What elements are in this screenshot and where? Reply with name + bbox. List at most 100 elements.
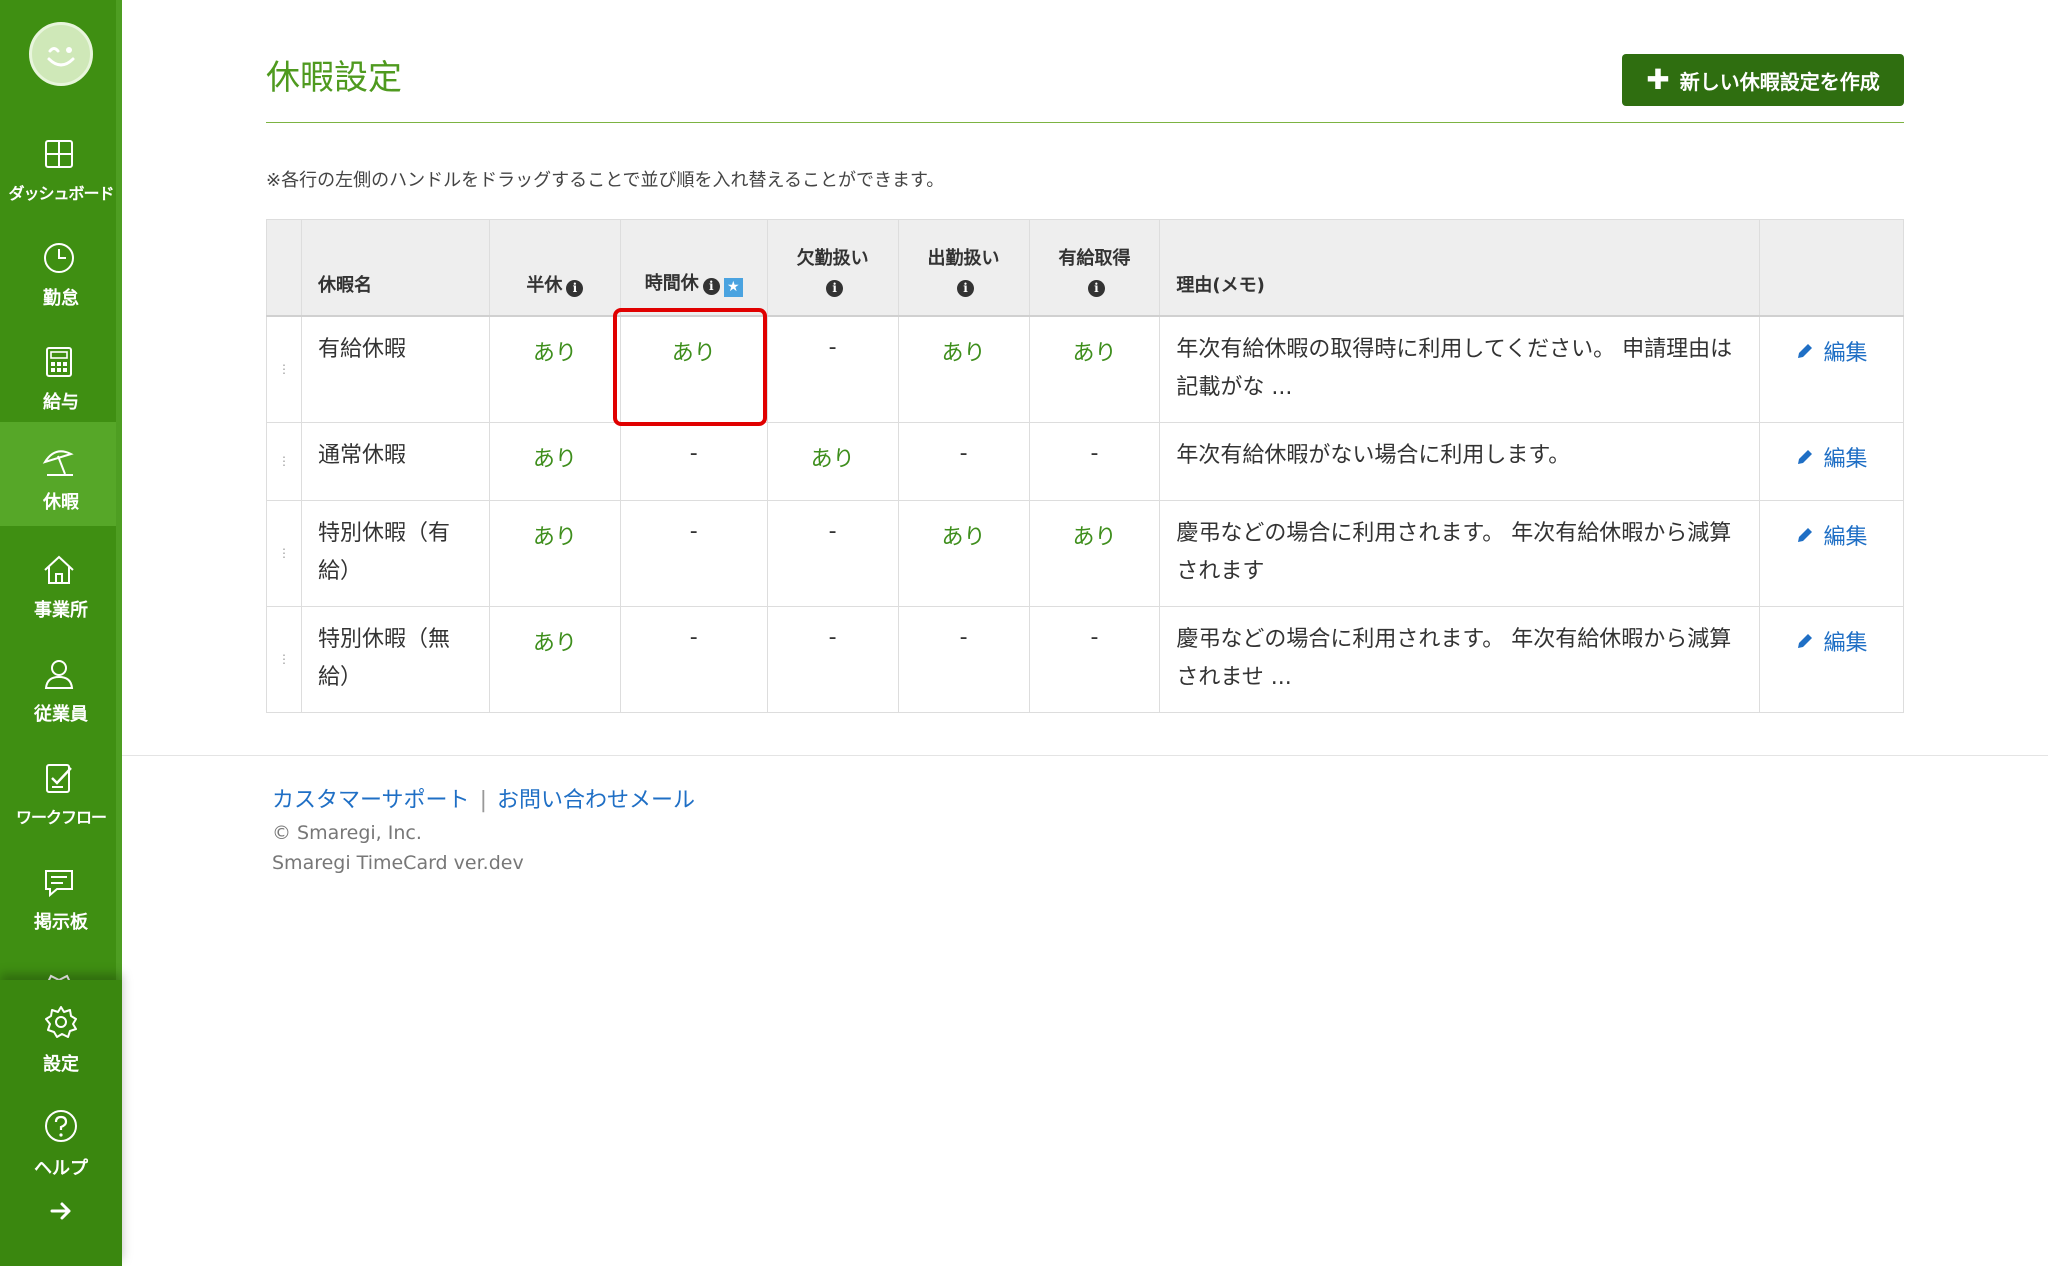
paid-value: - [1090,625,1099,650]
pencil-icon [1798,343,1813,358]
sidebar-item-label: 従業員 [34,704,88,725]
sidebar-item-employees[interactable]: 従業員 [0,634,116,738]
sidebar-nav: ダッシュボード 勤怠 給与 休暇 事業所 従業員 ワークフロー 掲示板 [0,0,122,980]
sidebar-item-label: 給与 [43,392,79,413]
attendance-value: あり [941,525,986,550]
pencil-icon [1798,528,1813,542]
sidebar: ダッシュボード 勤怠 給与 休暇 事業所 従業員 ワークフロー 掲示板 設定 ヘ… [0,0,122,1266]
contact-mail-link[interactable]: お問い合わせメール [497,788,695,813]
clock-icon [44,243,74,273]
footer-links: カスタマーサポート | お問い合わせメール [272,782,695,814]
hourly-value: - [689,519,698,544]
column-header-actions [1759,219,1904,317]
highlight-box [613,308,767,426]
version-text: Smaregi TimeCard ver.dev [272,852,524,874]
customer-support-link[interactable]: カスタマーサポート [272,788,470,813]
sidebar-item-label: 勤怠 [43,288,79,309]
sidebar-scrollbar[interactable] [116,0,122,980]
edit-label: 編集 [1823,631,1868,656]
hourly-value: - [689,441,698,466]
copyright-text: © Smaregi, Inc. [272,822,422,844]
absence-value: あり [810,447,855,472]
paid-value: - [1090,441,1099,466]
sidebar-item-help[interactable]: ヘルプ [0,1084,122,1184]
leave-settings-table: 休暇名 半休 i 時間休 i ★ 欠勤扱い i 出勤扱い i 有給取得 i 理由(メモ) ⋮… [266,219,1904,713]
drag-handle-icon[interactable]: ⋮ [266,606,302,713]
calculator-icon [46,347,72,377]
table-row: ⋮ 有給休暇 あり あり - あり あり 年次有給休暇の取得時に利用してください… [266,315,1904,423]
sidebar-item-workflow[interactable]: ワークフロー [0,738,116,842]
chat-icon [45,870,73,898]
edit-link[interactable]: 編集 [1795,441,1868,473]
plus-icon: ✚ [1646,63,1670,96]
column-header-hourly: 時間休 i ★ [619,219,768,317]
edit-link[interactable]: 編集 [1795,625,1868,657]
handle-header [266,219,302,317]
info-icon[interactable]: i [957,279,975,297]
column-header-name: 休暇名 [300,219,490,317]
absence-value: - [828,519,837,544]
smiley-logo-icon[interactable] [29,22,93,86]
sidebar-item-settings[interactable]: 設定 [0,980,122,1080]
table-row: ⋮ 特別休暇（有給） あり - - あり あり 慶弔などの場合に利用されます。 … [266,500,1904,607]
sidebar-item-payroll[interactable]: 給与 [0,322,116,426]
home-icon [44,555,74,584]
sidebar-item-leave[interactable]: 休暇 [0,422,116,526]
drag-handle-icon[interactable]: ⋮ [266,422,302,501]
drag-handle-icon[interactable]: ⋮ [266,315,302,423]
column-header-hourly-label: 時間休 [644,272,699,294]
paid-value: あり [1072,525,1117,550]
sidebar-item-label: 掲示板 [34,912,88,933]
info-icon[interactable]: i [826,279,844,297]
attendance-value: - [959,625,968,650]
table-header-row: 休暇名 半休 i 時間休 i ★ 欠勤扱い i 出勤扱い i 有給取得 i 理由(メモ) [266,219,1904,317]
sidebar-item-label: ヘルプ [34,1158,88,1179]
hourly-value: - [689,625,698,650]
sidebar-item-attendance[interactable]: 勤怠 [0,218,116,322]
memo-text: 慶弔などの場合に利用されます。 年次有給休暇から減算されます [1159,500,1760,607]
table-row: ⋮ 通常休暇 あり - あり - - 年次有給休暇がない場合に利用します。 編集 [266,422,1904,501]
create-button-label: 新しい休暇設定を作成 [1679,69,1880,94]
pencil-icon [1798,634,1813,648]
column-header-attendance-label: 出勤扱 [927,247,982,269]
sidebar-item-label: ワークフロー [15,808,107,827]
sidebar-item-dashboard[interactable]: ダッシュボード [0,114,116,218]
column-header-memo: 理由(メモ) [1159,219,1760,317]
memo-text: 慶弔などの場合に利用されます。 年次有給休暇から減算されませ ... [1159,606,1760,713]
sidebar-item-label: 事業所 [34,600,88,621]
edit-link[interactable]: 編集 [1795,335,1868,367]
info-icon[interactable]: i [1087,279,1105,297]
edit-link[interactable]: 編集 [1795,519,1868,551]
leave-name: 通常休暇 [300,422,490,501]
sidebar-item-label: 休暇 [43,492,79,513]
column-header-absence: 欠勤扱い i [766,219,899,317]
info-icon[interactable]: i [566,279,584,297]
half-value: あり [532,447,577,472]
table-row: ⋮ 特別休暇（無給） あり - - - - 慶弔などの場合に利用されます。 年次… [266,606,1904,713]
sidebar-item-office[interactable]: 事業所 [0,530,116,634]
create-leave-setting-button[interactable]: ✚ 新しい休暇設定を作成 [1622,54,1904,106]
footer-divider [122,755,2048,756]
sidebar-item-label: ダッシュボード [8,184,114,203]
column-header-paid-label-tail: 得 [1112,247,1131,269]
expand-sidebar-arrow-icon[interactable] [48,1198,74,1224]
sidebar-item-bulletin[interactable]: 掲示板 [0,842,116,946]
absence-value: - [828,334,837,360]
sidebar-item-more[interactable] [0,948,116,980]
sidebar-bottom: 設定 ヘルプ [0,980,122,1266]
column-header-half-label: 半休 [526,274,563,296]
info-icon[interactable]: i [702,277,720,295]
clipboard-check-icon [46,764,72,793]
column-header-attendance: 出勤扱い i [897,219,1030,317]
column-header-attendance-label-tail: い [981,247,1000,269]
sidebar-item-label: 設定 [43,1054,79,1075]
edit-label: 編集 [1823,525,1868,550]
partial-nav-icon [47,974,71,980]
drag-handle-icon[interactable]: ⋮ [266,500,302,607]
gear-icon [45,1006,77,1038]
column-header-paid-label: 有給取 [1058,247,1113,269]
half-value: あり [532,340,577,366]
column-header-paid: 有給取得 i [1028,219,1161,317]
user-icon [44,660,74,689]
pencil-icon [1798,450,1813,464]
